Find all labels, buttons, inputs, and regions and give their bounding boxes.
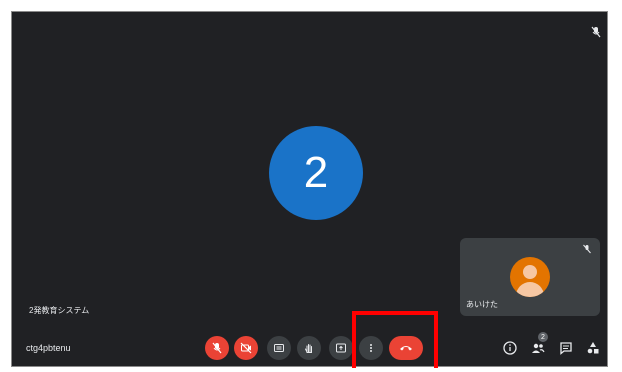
self-name: あいけた (466, 300, 498, 309)
meet-window: 2 あいけた 2発教育システム ctg4pbtenu 2 (11, 11, 608, 367)
self-view-tile[interactable]: あいけた (460, 238, 600, 316)
camera-off-icon (240, 342, 252, 354)
participant-initial: 2 (303, 148, 329, 197)
present-button[interactable] (329, 336, 353, 360)
people-count-badge: 2 (538, 332, 548, 342)
self-avatar (510, 257, 550, 297)
mic-off-icon (583, 244, 591, 254)
mic-off-icon (591, 26, 601, 38)
mic-off-icon (212, 342, 222, 354)
present-icon (336, 343, 346, 353)
meeting-code: ctg4pbtenu (26, 343, 71, 353)
participant-avatar: 2 (269, 126, 363, 220)
people-icon[interactable] (530, 340, 546, 356)
chat-icon[interactable] (558, 340, 574, 356)
camera-off-button[interactable] (234, 336, 258, 360)
captions-button[interactable] (267, 336, 291, 360)
hand-icon (305, 344, 312, 353)
highlight-annotation (352, 311, 438, 368)
raise-hand-button[interactable] (297, 336, 321, 360)
captions-icon (274, 344, 284, 352)
mic-muted-button[interactable] (205, 336, 229, 360)
info-icon[interactable] (502, 340, 518, 356)
people-count: 2 (541, 333, 545, 341)
caption-text: 2発教育システム (29, 306, 90, 315)
activities-icon[interactable] (585, 340, 601, 356)
